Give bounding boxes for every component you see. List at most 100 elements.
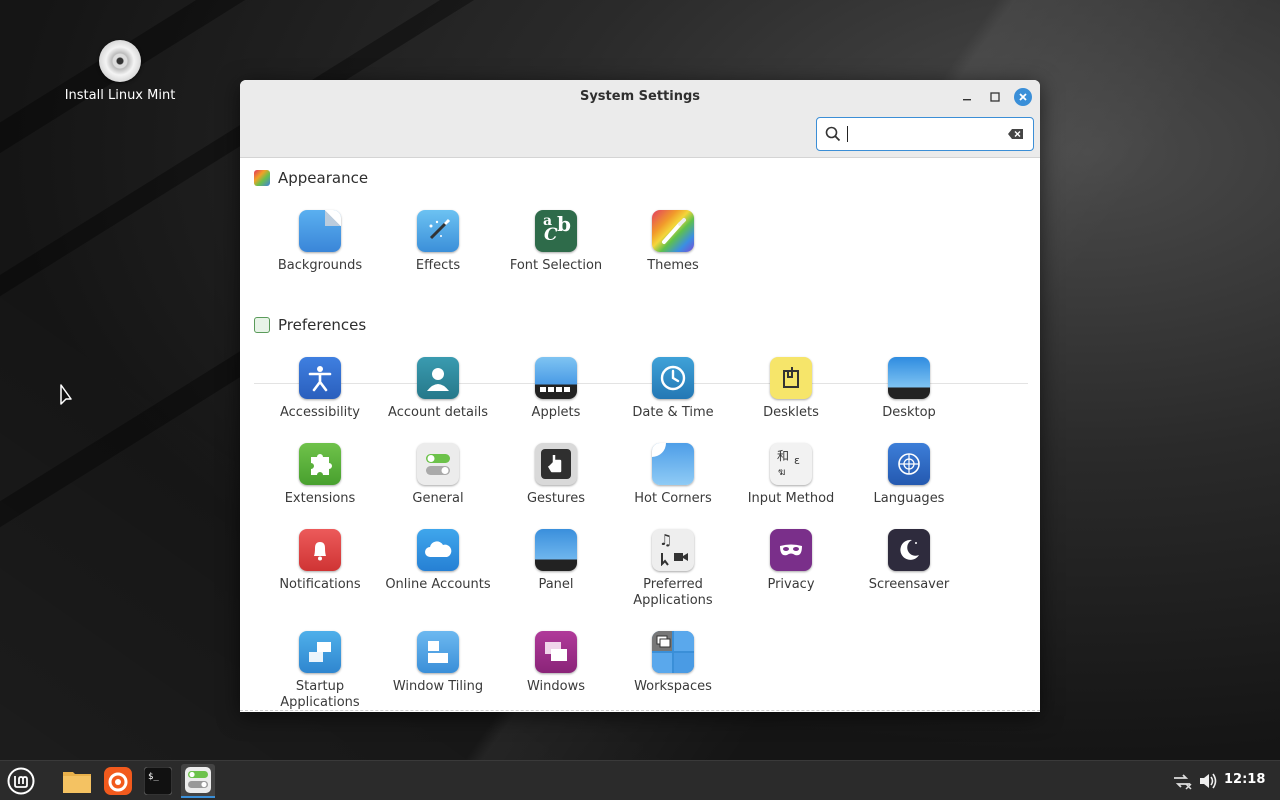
- gestures-icon: [535, 443, 577, 485]
- titlebar: System Settings: [240, 80, 1040, 158]
- preferred-apps-icon: ♫: [652, 529, 694, 571]
- settings-item-languages[interactable]: Languages: [850, 443, 968, 507]
- close-icon: [1019, 93, 1027, 101]
- mint-menu-icon: [7, 767, 35, 795]
- settings-item-notifications[interactable]: Notifications: [261, 529, 379, 593]
- minimize-button[interactable]: [958, 88, 976, 106]
- effects-icon: [417, 210, 459, 252]
- settings-item-preferred-applications[interactable]: ♫ Preferred Applications: [614, 529, 732, 609]
- settings-item-window-tiling[interactable]: Window Tiling: [379, 631, 497, 695]
- settings-item-label: Screensaver: [868, 577, 950, 592]
- toggles-icon: [417, 443, 459, 485]
- themes-icon: [652, 210, 694, 252]
- settings-item-label: Languages: [873, 491, 945, 506]
- settings-item-input-method[interactable]: 和 ε ฆ Input Method: [732, 443, 850, 507]
- taskbar: $_ 12:18: [0, 760, 1280, 800]
- settings-icon: [185, 767, 211, 793]
- settings-item-label: Account details: [388, 405, 488, 420]
- search-input[interactable]: [847, 126, 848, 142]
- clear-search-icon[interactable]: [1007, 128, 1025, 140]
- search-box[interactable]: [816, 117, 1034, 151]
- system-settings-window: System Settings Appearance Backgrounds E…: [240, 80, 1040, 712]
- taskbar-files-button[interactable]: [60, 764, 94, 798]
- section-appearance-heading: Appearance: [254, 169, 368, 187]
- settings-item-label: Window Tiling: [392, 679, 484, 694]
- applets-icon: [535, 357, 577, 399]
- startup-icon: [299, 631, 341, 673]
- settings-item-label: Gestures: [526, 491, 585, 506]
- settings-item-hot-corners[interactable]: Hot Corners: [614, 443, 732, 507]
- settings-item-privacy[interactable]: Privacy: [732, 529, 850, 593]
- network-icon[interactable]: [1172, 772, 1192, 790]
- taskbar-menu-button[interactable]: [4, 764, 38, 798]
- volume-icon[interactable]: [1198, 772, 1218, 790]
- taskbar-terminal-button[interactable]: $_: [141, 764, 175, 798]
- settings-item-screensaver[interactable]: Screensaver: [850, 529, 968, 593]
- maximize-button[interactable]: [986, 88, 1004, 106]
- settings-item-backgrounds[interactable]: Backgrounds: [261, 210, 379, 274]
- settings-item-desklets[interactable]: Desklets: [732, 357, 850, 421]
- settings-item-account-details[interactable]: Account details: [379, 357, 497, 421]
- settings-item-startup-applications[interactable]: Startup Applications: [261, 631, 379, 711]
- settings-item-label: Panel: [538, 577, 574, 592]
- svg-text:$_: $_: [148, 772, 159, 782]
- taskbar-firefox-button[interactable]: [101, 764, 135, 798]
- settings-item-label: Effects: [415, 258, 461, 273]
- bell-icon: [299, 529, 341, 571]
- settings-item-effects[interactable]: Effects: [379, 210, 497, 274]
- cd-icon: [99, 40, 141, 82]
- settings-item-extensions[interactable]: Extensions: [261, 443, 379, 507]
- workspaces-icon: [652, 631, 694, 673]
- settings-item-panel[interactable]: Panel: [497, 529, 615, 593]
- settings-item-themes[interactable]: Themes: [614, 210, 732, 274]
- input-method-icon: 和 ε ฆ: [770, 443, 812, 485]
- window-title: System Settings: [579, 89, 701, 104]
- settings-item-font-selection[interactable]: a C b Font Selection: [497, 210, 615, 274]
- settings-item-label: Startup Applications: [280, 679, 360, 710]
- settings-item-label: Workspaces: [634, 679, 712, 694]
- firefox-icon: [104, 767, 132, 795]
- desktop-icon-label: Install Linux Mint: [64, 88, 176, 103]
- settings-item-label: Desklets: [763, 405, 819, 420]
- globe-icon: [888, 443, 930, 485]
- account-details-icon: [417, 357, 459, 399]
- hot-corners-icon: [652, 443, 694, 485]
- settings-content: Appearance Backgrounds Effects a C b Fon…: [240, 158, 1040, 712]
- settings-item-windows[interactable]: Windows: [497, 631, 615, 695]
- search-icon: [825, 126, 841, 142]
- desktop-icon-install-linux-mint[interactable]: Install Linux Mint: [60, 40, 180, 103]
- settings-item-applets[interactable]: Applets: [497, 357, 615, 421]
- terminal-icon: $_: [144, 767, 172, 795]
- settings-item-label: Desktop: [882, 405, 936, 420]
- settings-item-gestures[interactable]: Gestures: [497, 443, 615, 507]
- preferences-icon: [254, 317, 270, 333]
- minimize-icon: [963, 99, 971, 101]
- folder-icon: [63, 772, 91, 793]
- settings-item-online-accounts[interactable]: Online Accounts: [379, 529, 497, 593]
- taskbar-settings-button[interactable]: [181, 764, 215, 798]
- moon-icon: [888, 529, 930, 571]
- backgrounds-icon: [299, 210, 341, 252]
- desktop-icon: [888, 357, 930, 399]
- section-preferences-heading: Preferences: [254, 316, 366, 334]
- settings-item-label: Extensions: [284, 491, 356, 506]
- appearance-icon: [254, 170, 270, 186]
- settings-item-workspaces[interactable]: Workspaces: [614, 631, 732, 695]
- clock[interactable]: 12:18: [1224, 772, 1265, 787]
- settings-item-general[interactable]: General: [379, 443, 497, 507]
- scroll-edge: [240, 710, 1040, 712]
- puzzle-icon: [299, 443, 341, 485]
- settings-item-accessibility[interactable]: Accessibility: [261, 357, 379, 421]
- close-button[interactable]: [1014, 88, 1032, 106]
- settings-item-date-time[interactable]: Date & Time: [614, 357, 732, 421]
- section-title: Preferences: [278, 316, 367, 334]
- mouse-pointer-icon: [60, 384, 72, 405]
- settings-item-desktop[interactable]: Desktop: [850, 357, 968, 421]
- cloud-icon: [417, 529, 459, 571]
- clock-icon: [652, 357, 694, 399]
- settings-item-label: General: [412, 491, 464, 506]
- settings-item-label: Online Accounts: [385, 577, 491, 592]
- accessibility-icon: [299, 357, 341, 399]
- settings-item-label: Preferred Applications: [633, 577, 713, 608]
- maximize-icon: [990, 92, 1000, 102]
